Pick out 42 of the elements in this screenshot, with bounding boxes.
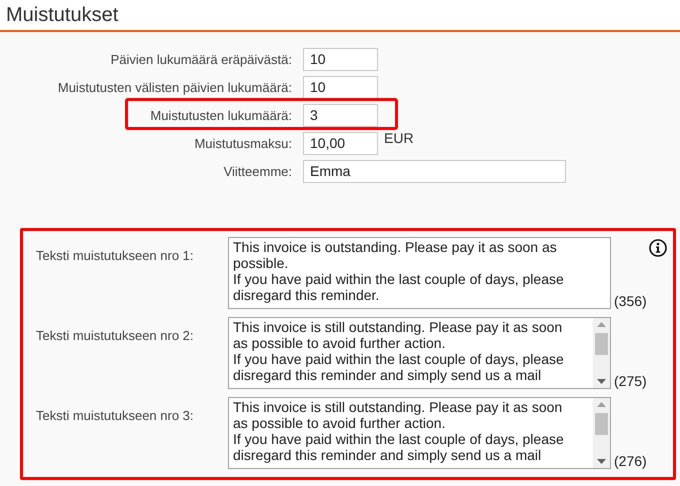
textarea-line: disregard this reminder. — [233, 287, 380, 303]
textarea-line: as possible to avoid further action. — [233, 415, 446, 431]
textarea-line: If you have paid within the last couple of days, please — [233, 431, 565, 447]
textarea-field[interactable]: This invoice is still outstanding. Please pay it as soon as possible to avoid further action. If you have paid within the last couple of days, please disregard this reminder and simply send us a mail — [228, 317, 611, 389]
input-field[interactable]: 10 — [303, 48, 378, 71]
scroll-up-icon[interactable] — [597, 322, 606, 327]
textarea-line: This invoice is still outstanding. Please pay it as soon — [233, 399, 564, 415]
section-title: Muistutukset — [6, 3, 118, 27]
input-field[interactable]: 10 — [303, 76, 378, 99]
scroll-up-icon[interactable] — [597, 402, 606, 407]
textarea-line: This invoice is still outstanding. Please pay it as soon — [233, 319, 564, 335]
scroll-down-icon[interactable] — [597, 459, 606, 464]
scrollbar[interactable] — [593, 398, 610, 468]
field-label: Muistutusten välisten päivien lukumäärä: — [58, 78, 292, 97]
textarea-line: This invoice is outstanding. Please pay it as soon as — [233, 239, 558, 255]
textarea-field[interactable]: This invoice is outstanding. Please pay it as soon as possible. If you have paid within the last couple of days, please disregard this reminder. — [228, 237, 611, 309]
textarea-line: possible. — [233, 255, 290, 271]
field-label: Muistutusmaksu: — [194, 134, 292, 153]
field-label: Viitteemme: — [224, 162, 292, 181]
textarea-line: If you have paid within the last couple of days, please — [233, 351, 565, 367]
character-count: (356) — [614, 292, 647, 311]
field-label: Muistutusten lukumäärä: — [150, 106, 292, 125]
scroll-thumb[interactable] — [595, 333, 608, 355]
text-label: Teksti muistutukseen nro 1: — [36, 248, 194, 263]
scroll-thumb[interactable] — [595, 413, 608, 435]
textarea-line: disregard this reminder and simply send us a mail — [233, 367, 542, 383]
info-icon[interactable] — [649, 239, 667, 257]
textarea-field[interactable]: This invoice is still outstanding. Please pay it as soon as possible to avoid further action. If you have paid within the last couple of days, please disregard this reminder and simply send us a mail — [228, 397, 611, 469]
field-label: Päivien lukumäärä eräpäivästä: — [110, 50, 292, 69]
text-label: Teksti muistutukseen nro 3: — [36, 408, 194, 423]
textarea-line: If you have paid within the last couple of days, please — [233, 271, 565, 287]
textarea-line: disregard this reminder and simply send us a mail — [233, 447, 542, 463]
input-field[interactable]: 10,00 — [303, 132, 378, 155]
character-count: (276) — [614, 452, 647, 471]
scrollbar[interactable] — [593, 318, 610, 388]
scroll-down-icon[interactable] — [597, 379, 606, 384]
text-label: Teksti muistutukseen nro 2: — [36, 328, 194, 343]
textarea-line: as possible to avoid further action. — [233, 335, 446, 351]
character-count: (275) — [614, 372, 647, 391]
input-field[interactable]: Emma — [303, 160, 566, 183]
unit-label: EUR — [384, 129, 414, 148]
input-field[interactable]: 3 — [303, 104, 378, 127]
